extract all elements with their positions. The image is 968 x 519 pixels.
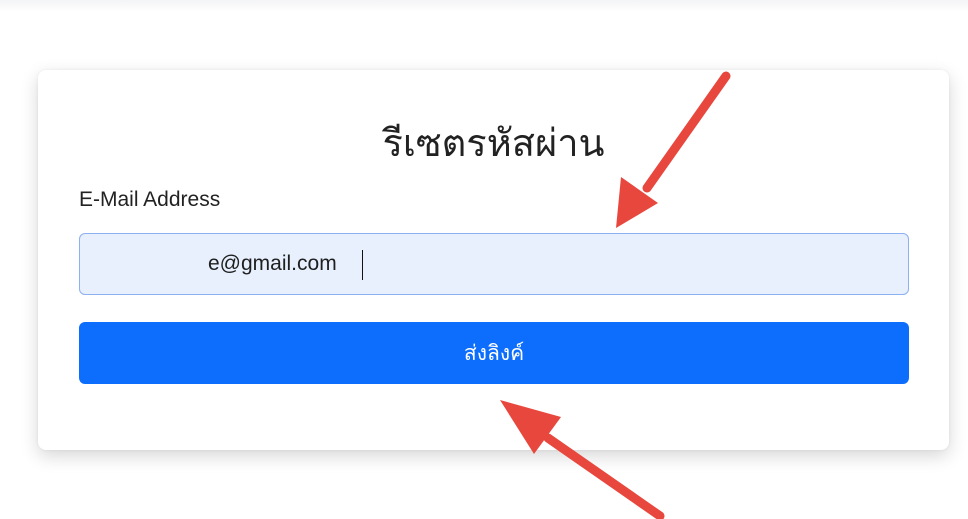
email-field[interactable] [79,233,909,295]
email-label: E-Mail Address [79,188,221,211]
top-strip [0,0,968,12]
page-title: รีเซตรหัสผ่าน [382,121,605,165]
send-link-button[interactable]: ส่งลิงค์ [79,322,909,384]
reset-password-card: รีเซตรหัสผ่าน E-Mail Address ส่งลิงค์ [38,70,949,450]
text-caret [362,250,363,280]
